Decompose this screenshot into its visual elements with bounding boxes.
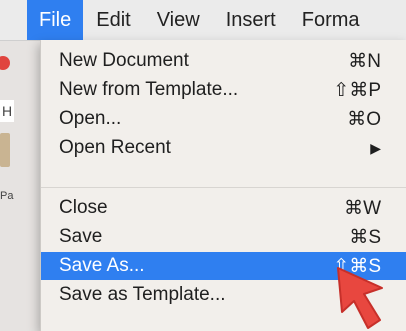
menu-item-open-recent[interactable]: Open Recent ▶ (41, 134, 406, 162)
menu-item-new-document[interactable]: New Document ⌘N (41, 47, 406, 75)
menu-item-shortcut: ⌘O (347, 108, 381, 130)
menu-item-label: Open... (59, 108, 122, 129)
background-label-fragment: Pa (0, 190, 14, 202)
menu-edit[interactable]: Edit (83, 0, 143, 40)
background-toolbar-icon[interactable] (0, 133, 10, 167)
menu-item-label: Close (59, 197, 108, 218)
submenu-arrow-icon: ▶ (370, 139, 381, 156)
background-heading-fragment: H (0, 100, 14, 122)
menu-item-label: New from Template... (59, 79, 239, 100)
menu-file[interactable]: File (27, 0, 84, 40)
menu-separator (41, 187, 406, 188)
menu-item-label: Save As... (59, 255, 145, 276)
menu-item-shortcut: ⌘N (348, 50, 381, 72)
menu-item-shortcut: ⇧⌘P (333, 79, 381, 101)
menu-insert[interactable]: Insert (213, 0, 289, 40)
menu-item-label: Open Recent (59, 137, 171, 158)
menu-format[interactable]: Forma (289, 0, 373, 40)
menu-item-new-from-template[interactable]: New from Template... ⇧⌘P (41, 76, 406, 104)
menu-item-shortcut: ⌘S (349, 226, 381, 248)
menu-bar: File Edit View Insert Forma (0, 0, 406, 41)
pointer-arrow-icon (337, 267, 383, 329)
menu-item-close[interactable]: Close ⌘W (41, 194, 406, 222)
menu-item-label: New Document (59, 50, 189, 71)
menu-item-save[interactable]: Save ⌘S (41, 223, 406, 251)
menu-view[interactable]: View (144, 0, 213, 40)
menu-item-label: Save (59, 226, 103, 247)
menu-item-label: Save as Template... (59, 284, 226, 305)
menu-item-shortcut: ⌘W (344, 197, 381, 219)
menu-item-open[interactable]: Open... ⌘O (41, 105, 406, 133)
